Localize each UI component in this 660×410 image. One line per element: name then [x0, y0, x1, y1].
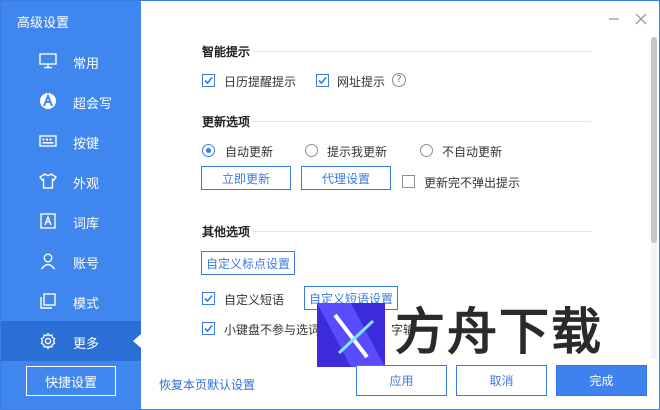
watermark-text: 方舟下载	[395, 303, 603, 361]
sidebar-item-label: 词库	[73, 217, 100, 232]
custom-phrase-checkbox[interactable]	[202, 292, 215, 305]
prompt-update-radio[interactable]	[305, 144, 318, 157]
gear-icon	[39, 332, 57, 350]
sidebar-item-mode[interactable]: 模式	[1, 281, 141, 321]
sidebar-item-appearance[interactable]: 外观	[1, 161, 141, 201]
custom-punctuation-button[interactable]: 自定义标点设置	[201, 251, 295, 275]
cancel-button[interactable]: 取消	[456, 365, 547, 396]
tshirt-icon	[39, 172, 57, 190]
url-hint-label: 网址提示	[337, 75, 386, 89]
sidebar-item-super-write[interactable]: 超会写	[1, 81, 141, 121]
sidebar-item-label: 按键	[73, 137, 100, 152]
section-divider	[253, 51, 591, 52]
sidebar-item-keys[interactable]: 按键	[1, 121, 141, 161]
keyboard-icon	[39, 132, 57, 150]
no-popup-label: 更新完不弹出提示	[424, 176, 521, 190]
close-icon[interactable]	[632, 10, 650, 28]
quick-setup-button[interactable]: 快捷设置	[26, 366, 116, 396]
custom-phrase-label: 自定义短语	[224, 293, 285, 307]
apply-button[interactable]: 应用	[356, 365, 447, 396]
section-title-update: 更新选项	[202, 115, 251, 129]
scrollbar-thumb[interactable]	[651, 37, 657, 243]
window-title: 高级设置	[17, 16, 70, 31]
sidebar-item-more[interactable]: 更多	[1, 321, 141, 361]
user-icon	[39, 252, 57, 270]
section-divider	[253, 121, 591, 122]
calendar-reminder-checkbox[interactable]	[202, 74, 215, 87]
mini-keyboard-label: 小键盘不参与选词	[224, 323, 321, 337]
monitor-icon	[39, 52, 57, 70]
no-auto-update-label: 不自动更新	[442, 145, 503, 159]
sidebar-item-label: 常用	[73, 57, 100, 72]
sidebar: 高级设置 常用 超会写 按键 外观 词库 账号 模式 更多 快捷设置	[1, 1, 141, 409]
super-write-icon	[39, 92, 57, 110]
sidebar-item-account[interactable]: 账号	[1, 241, 141, 281]
help-icon[interactable]: ?	[392, 73, 406, 87]
sidebar-item-label: 更多	[73, 337, 100, 352]
done-button[interactable]: 完成	[556, 365, 647, 396]
proxy-settings-button[interactable]: 代理设置	[301, 166, 391, 190]
prompt-update-label: 提示我更新	[327, 145, 388, 159]
mini-keyboard-checkbox[interactable]	[202, 322, 215, 335]
auto-update-label: 自动更新	[225, 145, 274, 159]
sidebar-item-label: 外观	[73, 177, 100, 192]
section-title-smart: 智能提示	[202, 45, 251, 59]
sidebar-item-label: 模式	[73, 297, 100, 312]
auto-update-radio[interactable]	[202, 144, 215, 157]
mode-icon	[39, 292, 57, 310]
settings-window: 高级设置 常用 超会写 按键 外观 词库 账号 模式 更多 快捷设置 智能提示 …	[0, 0, 660, 410]
minimize-icon[interactable]	[605, 10, 623, 28]
calendar-reminder-label: 日历提醒提示	[224, 75, 297, 89]
no-auto-update-radio[interactable]	[420, 144, 433, 157]
sidebar-item-label: 超会写	[73, 97, 113, 112]
section-divider	[253, 231, 591, 232]
sidebar-item-label: 账号	[73, 257, 100, 272]
no-popup-checkbox[interactable]	[402, 175, 415, 188]
sidebar-item-dictionary[interactable]: 词库	[1, 201, 141, 241]
restore-defaults-link[interactable]: 恢复本页默认设置	[159, 376, 255, 393]
update-now-button[interactable]: 立即更新	[201, 166, 291, 190]
url-hint-checkbox[interactable]	[316, 74, 329, 87]
sidebar-item-common[interactable]: 常用	[1, 41, 141, 81]
section-title-other: 其他选项	[202, 225, 251, 239]
dictionary-icon	[39, 212, 57, 230]
